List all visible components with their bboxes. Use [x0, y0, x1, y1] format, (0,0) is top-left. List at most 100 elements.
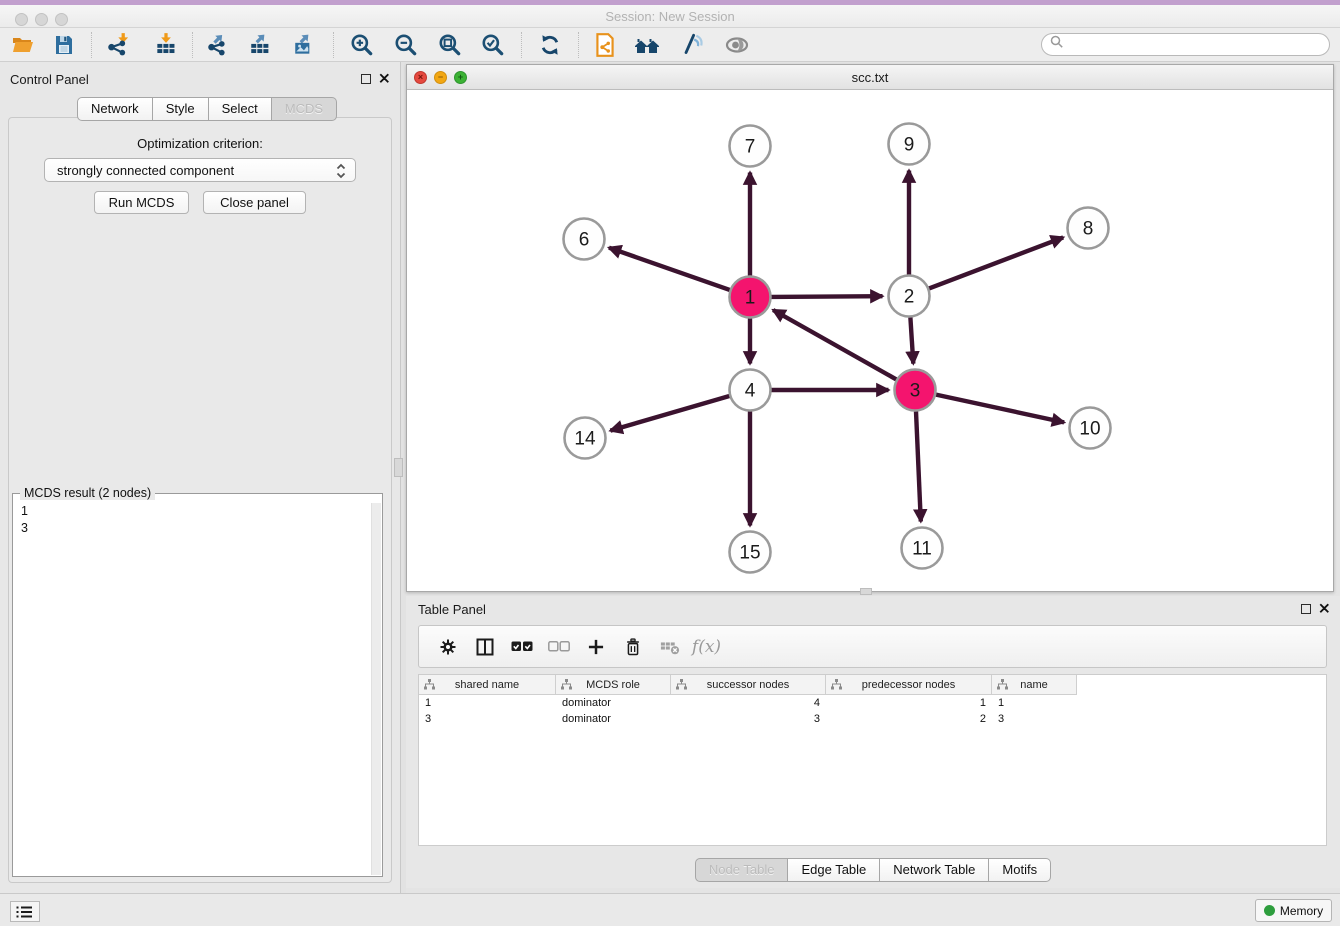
- table-cell[interactable]: 3: [671, 711, 826, 727]
- network-window-titlebar[interactable]: × − + scc.txt: [407, 65, 1333, 90]
- export-network-icon[interactable]: [203, 31, 233, 59]
- result-item[interactable]: 3: [21, 520, 370, 537]
- svg-text:6: 6: [579, 230, 590, 251]
- export-image-icon[interactable]: [290, 31, 320, 59]
- tab-network-table[interactable]: Network Table: [880, 858, 989, 882]
- column-header-name[interactable]: name: [992, 675, 1077, 695]
- show-graphics-details-icon[interactable]: [677, 31, 707, 59]
- network-graph-canvas[interactable]: 7 9 6 8 1 2 4 3 14 10 15 11: [407, 90, 1333, 591]
- update-view-icon[interactable]: [535, 31, 565, 59]
- table-settings-gear-icon[interactable]: [429, 632, 466, 662]
- column-header-MCDS-role[interactable]: MCDS role: [556, 675, 671, 695]
- table-row[interactable]: 1dominator411: [419, 695, 1326, 711]
- graph-edge-1-2[interactable]: [772, 296, 883, 297]
- table-cell[interactable]: dominator: [556, 711, 671, 727]
- search-input[interactable]: [1041, 33, 1330, 56]
- graph-node-3[interactable]: 3: [895, 370, 936, 411]
- graph-edge-3-11[interactable]: [916, 412, 921, 522]
- save-session-icon[interactable]: [49, 31, 79, 59]
- import-table-from-file-icon[interactable]: [151, 31, 181, 59]
- table-cell[interactable]: 1: [992, 695, 1077, 711]
- graph-node-15[interactable]: 15: [730, 532, 771, 573]
- tab-network[interactable]: Network: [77, 97, 153, 121]
- table-cell[interactable]: 1: [826, 695, 992, 711]
- graph-edge-3-1[interactable]: [773, 310, 896, 379]
- tab-node-table[interactable]: Node Table: [695, 858, 789, 882]
- graph-node-8[interactable]: 8: [1068, 208, 1109, 249]
- graph-node-2[interactable]: 2: [889, 276, 930, 317]
- table-cell[interactable]: 3: [992, 711, 1077, 727]
- svg-text:9: 9: [904, 135, 915, 156]
- graph-edge-1-6[interactable]: [609, 248, 730, 290]
- table-panel-float-icon[interactable]: [1301, 604, 1311, 614]
- search-field[interactable]: [1064, 36, 1329, 54]
- graph-node-14[interactable]: 14: [565, 418, 606, 459]
- search-icon: [1050, 35, 1064, 54]
- tab-select[interactable]: Select: [209, 97, 272, 121]
- delete-row-trash-icon[interactable]: [614, 632, 651, 662]
- horizontal-splitter-handle[interactable]: [860, 588, 872, 595]
- table-cell[interactable]: 2: [826, 711, 992, 727]
- result-scrollbar[interactable]: [371, 503, 381, 875]
- deselect-all-icon[interactable]: [540, 632, 577, 662]
- tab-motifs[interactable]: Motifs: [989, 858, 1051, 882]
- add-row-icon[interactable]: [577, 632, 614, 662]
- vertical-splitter-handle[interactable]: [394, 458, 403, 477]
- table-row[interactable]: 3dominator323: [419, 711, 1326, 727]
- network-view-window: × − + scc.txt 7 9 6 8 1 2 4 3 14 10 15 11: [406, 64, 1334, 592]
- zoom-in-icon[interactable]: [347, 31, 377, 59]
- result-item[interactable]: 1: [21, 503, 370, 520]
- graph-node-10[interactable]: 10: [1070, 408, 1111, 449]
- column-view-icon[interactable]: [466, 632, 503, 662]
- graph-node-1[interactable]: 1: [730, 277, 771, 318]
- hide-panels-eye-icon[interactable]: [722, 31, 752, 59]
- column-header-shared-name[interactable]: shared name: [419, 675, 556, 695]
- table-panel-close-icon[interactable]: ⨯: [1318, 603, 1331, 615]
- control-panel: Control Panel ⨯ NetworkStyleSelectMCDS O…: [0, 62, 400, 893]
- task-history-button[interactable]: [10, 901, 40, 922]
- table-panel-tabs: Node TableEdge TableNetwork TableMotifs: [406, 858, 1340, 882]
- column-header-predecessor-nodes[interactable]: predecessor nodes: [826, 675, 992, 695]
- zoom-selected-icon[interactable]: [478, 31, 508, 59]
- delete-table-icon[interactable]: [651, 632, 688, 662]
- graph-node-9[interactable]: 9: [889, 124, 930, 165]
- graph-edge-3-10[interactable]: [936, 395, 1064, 423]
- mcds-result-group: MCDS result (2 nodes) 13: [12, 493, 383, 877]
- graph-edge-2-3[interactable]: [910, 318, 913, 364]
- zoom-fit-content-icon[interactable]: [435, 31, 465, 59]
- mcds-result-list[interactable]: 13: [15, 503, 370, 874]
- table-cell[interactable]: 1: [419, 695, 556, 711]
- control-panel-float-icon[interactable]: [361, 74, 371, 84]
- zoom-out-icon[interactable]: [391, 31, 421, 59]
- open-session-icon[interactable]: [8, 31, 38, 59]
- table-cell[interactable]: dominator: [556, 695, 671, 711]
- import-network-from-file-icon[interactable]: [103, 31, 133, 59]
- table-cell[interactable]: 4: [671, 695, 826, 711]
- graph-node-11[interactable]: 11: [902, 528, 943, 569]
- close-panel-button[interactable]: Close panel: [203, 191, 306, 214]
- tab-style[interactable]: Style: [153, 97, 209, 121]
- run-mcds-button[interactable]: Run MCDS: [94, 191, 189, 214]
- criterion-value: strongly connected component: [57, 163, 234, 178]
- graph-node-4[interactable]: 4: [730, 370, 771, 411]
- network-window-title: scc.txt: [407, 70, 1333, 85]
- graph-node-6[interactable]: 6: [564, 219, 605, 260]
- graph-node-7[interactable]: 7: [730, 126, 771, 167]
- tab-mcds[interactable]: MCDS: [272, 97, 337, 121]
- criterion-dropdown[interactable]: strongly connected component: [44, 158, 356, 182]
- apply-function-icon[interactable]: f(x): [688, 632, 725, 662]
- first-neighbors-icon[interactable]: [633, 31, 663, 59]
- memory-button[interactable]: Memory: [1255, 899, 1332, 922]
- new-network-from-selection-icon[interactable]: [590, 31, 620, 59]
- select-all-icon[interactable]: [503, 632, 540, 662]
- table-cell[interactable]: 3: [419, 711, 556, 727]
- graph-edge-2-8[interactable]: [929, 237, 1063, 288]
- control-panel-close-icon[interactable]: ⨯: [378, 73, 391, 85]
- column-header-successor-nodes[interactable]: successor nodes: [671, 675, 826, 695]
- svg-text:2: 2: [904, 287, 915, 308]
- graph-edge-4-14[interactable]: [610, 396, 729, 431]
- export-table-icon[interactable]: [246, 31, 276, 59]
- tab-edge-table[interactable]: Edge Table: [788, 858, 880, 882]
- toolbar-separator: [521, 32, 522, 58]
- svg-text:10: 10: [1079, 419, 1100, 440]
